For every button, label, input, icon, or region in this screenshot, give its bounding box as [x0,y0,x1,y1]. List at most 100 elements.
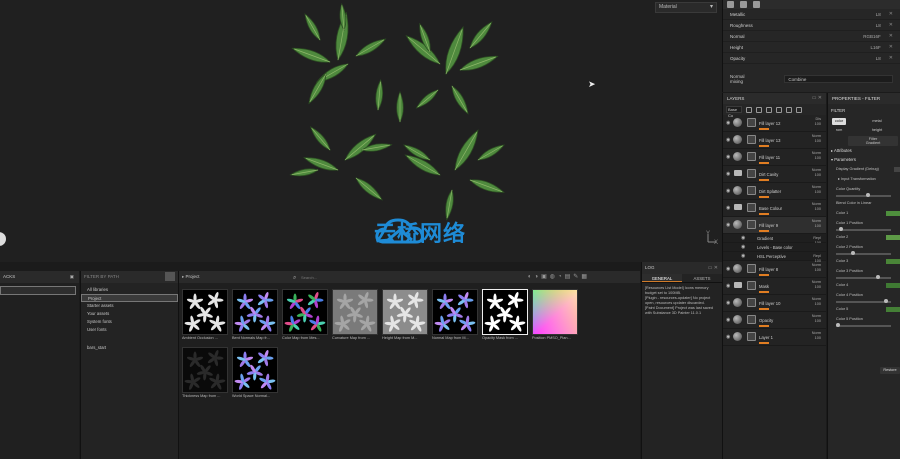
visibility-eye-icon[interactable]: ◉ [726,317,730,323]
panel-controls-icon[interactable]: ▭ ✕ [708,262,718,274]
color-position-row[interactable]: Color 3 Position [828,266,900,280]
asset-thumbnail[interactable]: Height Map from M... [382,289,429,340]
asset-thumbnail[interactable]: Bent Normals Map fr... [232,289,279,340]
asset-thumbnail[interactable]: Position PMSO_Plan... [532,289,579,340]
restore-button[interactable]: Restore [880,367,900,374]
tree-item[interactable]: Your assets [81,310,178,318]
folder-icon[interactable] [786,106,792,113]
slider-knob[interactable] [866,193,870,197]
color-row[interactable]: Color 4 [828,280,900,290]
channel-row[interactable]: Normal RGB16F ✕ [723,31,900,42]
tree-item[interactable]: User fonts [81,326,178,334]
visibility-eye-icon[interactable]: ◉ [726,334,730,340]
color-swatch[interactable] [886,307,900,312]
channel-dropdown[interactable]: Base Co [726,106,742,118]
shelf-search-input[interactable]: Search... [293,274,473,281]
visibility-eye-icon[interactable]: ◉ [726,137,730,143]
slider-knob[interactable] [838,227,843,231]
remove-channel-icon[interactable]: ✕ [889,55,893,61]
shelf-left-selected[interactable] [0,286,76,295]
3d-viewport[interactable]: Material Y X ➤ 云桥网络 [0,0,722,262]
asset-thumbnail[interactable]: Color Map from Mes... [282,289,329,340]
pill-height[interactable]: height [868,127,886,134]
color-position-slider[interactable] [836,227,891,231]
input-transformation-row[interactable]: ▸ Input Transformation [828,174,900,184]
channel-row[interactable]: Height L16F ✕ [723,42,900,53]
channel-format[interactable]: L8 [876,56,881,61]
color-position-row[interactable]: Color 5 Position [828,314,900,328]
effect-row[interactable]: ◉ HSL Perceptive Repl 100 [723,252,826,263]
color-position-row[interactable]: Color 4 Position [828,290,900,304]
visibility-eye-icon[interactable]: ◉ [726,266,730,272]
tree-item[interactable]: All libraries [81,286,178,294]
paint-layer-icon[interactable] [746,106,752,113]
visibility-eye-icon[interactable]: ◉ [726,154,730,160]
color-swatch[interactable] [886,259,900,264]
parameters-section[interactable]: ▾ Parameters [828,155,900,164]
color-position-slider[interactable] [836,251,891,255]
layer-blend[interactable]: Norm 100 [801,314,821,324]
tab-assets[interactable]: ASSETS [682,274,722,282]
color-position-row[interactable]: Color 1 Position [828,218,900,232]
layer-row[interactable]: ◉ Mask Norm 100 [723,278,826,295]
remove-channel-icon[interactable]: ✕ [889,44,893,50]
channel-row[interactable]: Roughness L8 ✕ [723,20,900,31]
channel-format[interactable]: RGB16F [863,34,881,39]
layer-blend[interactable]: Norm 100 [801,297,821,307]
color-position-row[interactable]: Color 2 Position [828,242,900,256]
display-gradient-row[interactable]: Display Gradient (Debug) [828,164,900,174]
remove-channel-icon[interactable]: ✕ [889,33,893,39]
pill-rough[interactable]: rom [832,127,846,134]
attributes-section[interactable]: ▸ Attributes [828,146,900,155]
panel-controls-icon[interactable]: ▭ ✕ [812,93,822,104]
visibility-eye-icon[interactable]: ◉ [726,222,730,228]
visibility-eye-icon[interactable]: ◉ [726,120,730,126]
color-quantity-row[interactable]: Color Quantity [828,184,900,198]
channel-format[interactable]: L8 [876,12,881,17]
effect-row[interactable]: ◉GradientRepl100 [723,234,826,245]
layer-blend[interactable]: Norm 100 [801,202,821,212]
panel-tabs[interactable] [723,0,900,9]
filter-toggle-icon[interactable] [165,272,175,281]
save-icon[interactable]: ▣ [70,271,74,283]
effect-icon[interactable] [776,106,782,113]
color-row[interactable]: Color 1 [828,208,900,218]
visibility-eye-icon[interactable]: ◉ [726,188,730,194]
asset-thumbnail[interactable]: Ambient Occlusion ... [182,289,229,340]
tab-general[interactable]: GENERAL [642,274,682,282]
layer-blend[interactable]: Norm 100 [801,280,821,290]
checkbox[interactable] [894,167,900,172]
color-row[interactable]: Color 3 [828,256,900,266]
visibility-eye-icon[interactable]: ◉ [741,235,745,241]
slider-knob[interactable] [851,251,856,255]
layer-row[interactable]: ◉ Fill layer 13 Norm 100 [723,132,826,149]
channel-row[interactable]: Opacity L8 ✕ [723,53,900,64]
visibility-eye-icon[interactable]: ◉ [726,205,730,211]
layer-blend[interactable]: Norm 100 [801,185,821,195]
remove-channel-icon[interactable]: ✕ [889,11,893,17]
layer-blend[interactable]: Norm 100 [801,134,821,144]
slider-knob[interactable] [884,299,889,303]
layer-row[interactable]: ◉ Dirt Cavity Norm 100 [723,166,826,183]
asset-thumbnail[interactable]: Normal Map from M... [432,289,479,340]
channel-format[interactable]: L16F [871,45,881,50]
mask-icon[interactable] [766,106,772,113]
asset-thumbnail[interactable]: Curvature Map from ... [332,289,379,340]
color-position-slider[interactable] [836,275,891,279]
layer-row[interactable]: ◉ Opacity Norm 100 [723,312,826,329]
layer-blend[interactable]: Dis 100 [801,117,821,127]
breadcrumb-project[interactable]: Project [186,274,200,279]
color-position-slider[interactable] [836,299,891,303]
visibility-eye-icon[interactable]: ◉ [726,283,730,289]
asset-thumbnail[interactable]: Thickness Map from ... [182,347,229,398]
layer-blend[interactable]: Norm 100 [801,219,821,229]
visibility-eye-icon[interactable]: ◉ [741,244,745,250]
layer-blend[interactable]: Norm 100 [801,263,821,273]
layer-row[interactable]: ◉ Fill layer 12 Dis 100 [723,115,826,132]
slider-knob[interactable] [836,323,840,327]
grid-icon[interactable] [727,1,734,8]
visibility-eye-icon[interactable]: ◉ [741,253,745,259]
fill-layer-icon[interactable] [756,106,762,113]
pill-metal[interactable]: metal [868,118,886,125]
viewport-display-select[interactable]: Material [655,2,717,13]
